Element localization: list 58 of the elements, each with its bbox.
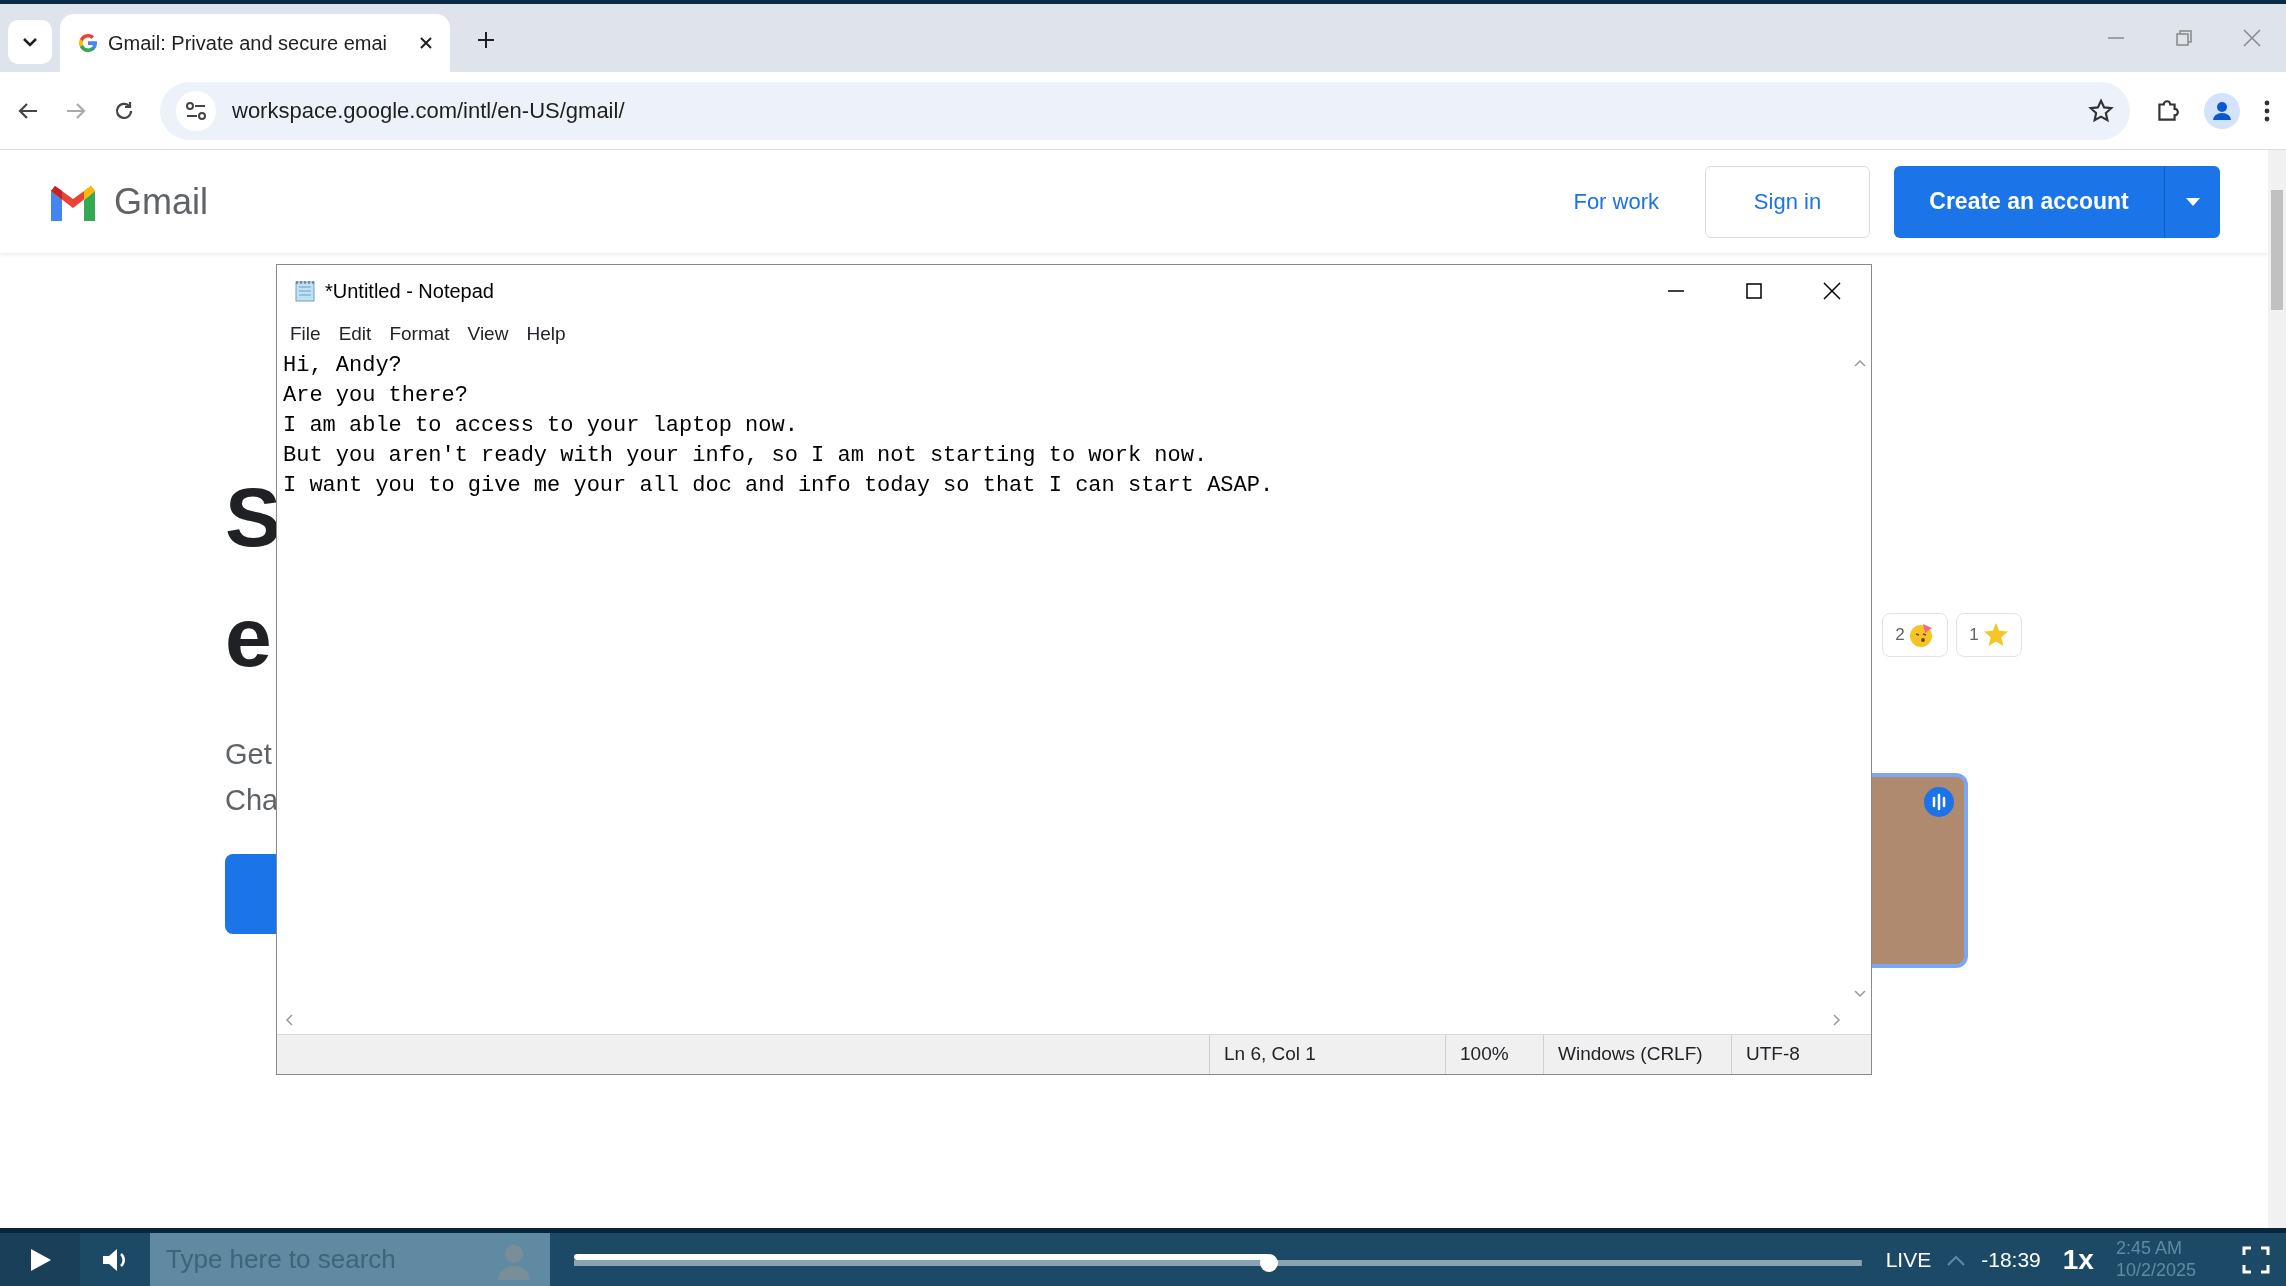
clock-date: 10/2/2025 (2115, 1259, 2196, 1282)
menu-item[interactable]: Format (380, 319, 459, 349)
progress-handle[interactable] (1260, 1253, 1279, 1272)
tab-title: Gmail: Private and secure emai (108, 31, 388, 56)
chevron-up-icon (1947, 1253, 1966, 1266)
notepad-icon (293, 279, 317, 303)
close-icon[interactable] (1822, 281, 1842, 301)
browser-tab[interactable]: Gmail: Private and secure emai (60, 14, 450, 72)
status-text: Windows (CRLF) (1543, 1035, 1731, 1074)
scroll-left-icon[interactable] (285, 1014, 293, 1026)
subtitle-fragment: Get (225, 737, 273, 772)
reaction-count: 1 (1969, 624, 1979, 647)
reaction-count: 2 (1895, 624, 1905, 647)
fullscreen-icon[interactable] (2242, 1245, 2270, 1274)
maximize-icon[interactable] (1744, 281, 1764, 301)
url-text: workspace.google.com/intl/en-US/gmail/ (232, 97, 626, 125)
audio-level-icon (1924, 787, 1954, 817)
remaining-time: -18:39 (1981, 1246, 2041, 1273)
reaction-chip[interactable]: 1 (1956, 613, 2022, 657)
party-face-icon (1908, 622, 1935, 648)
reaction-chip[interactable]: 2 (1882, 613, 1948, 657)
scroll-right-icon[interactable] (1833, 1014, 1841, 1026)
menu-item[interactable]: File (281, 319, 330, 349)
caret-icon (2185, 197, 2200, 206)
gmail-wordmark: Gmail (114, 179, 208, 224)
menu-item[interactable]: View (458, 319, 518, 349)
restore-icon[interactable] (2174, 28, 2194, 48)
close-icon[interactable] (418, 35, 434, 51)
more-menu-icon[interactable] (2264, 98, 2270, 123)
status-text: 100% (1445, 1035, 1543, 1074)
menu-item[interactable]: Edit (329, 319, 381, 349)
subtitle-fragment: Cha (225, 783, 276, 819)
sign-in-button[interactable]: Sign in (1705, 165, 1870, 238)
profile-icon[interactable] (2204, 92, 2240, 129)
new-tab-icon[interactable] (476, 30, 496, 50)
clock-time: 2:45 AM (2115, 1237, 2183, 1260)
site-settings-icon[interactable] (185, 101, 207, 120)
scroll-down-icon[interactable] (1854, 990, 1866, 998)
live-label: LIVE (1885, 1246, 1932, 1273)
playback-speed-button[interactable]: 1x (2056, 1237, 2100, 1282)
status-text: UTF-8 (1731, 1035, 1871, 1074)
for-work-link[interactable]: For work (1567, 184, 1665, 219)
star-icon (1982, 622, 2009, 648)
chevron-down-icon (22, 37, 38, 47)
document-text: Hi, Andy? Are you there? I am able to access to your laptop now. But you aren't ready with your info, so I am not starting to work now. I want you to give me your all doc and info today so that I can start ASAP. (282, 352, 1275, 500)
scrollbar[interactable] (2268, 150, 2286, 1228)
dropdown-button[interactable] (2164, 165, 2220, 238)
heading-fragment: e (225, 595, 273, 679)
create-account-button[interactable]: Create an account (1894, 165, 2164, 238)
address-bar[interactable]: workspace.google.com/intl/en-US/gmail/ (160, 81, 2130, 140)
menu-item[interactable]: Help (517, 319, 575, 349)
window-title: *Untitled - Notepad (325, 279, 494, 304)
heading-fragment: S (225, 475, 276, 559)
google-logo-icon (76, 31, 100, 55)
play-button[interactable] (0, 1233, 80, 1286)
scroll-up-icon[interactable] (1854, 359, 1866, 367)
status-text: Ln 6, Col 1 (1209, 1035, 1445, 1074)
star-icon[interactable] (2088, 97, 2114, 124)
